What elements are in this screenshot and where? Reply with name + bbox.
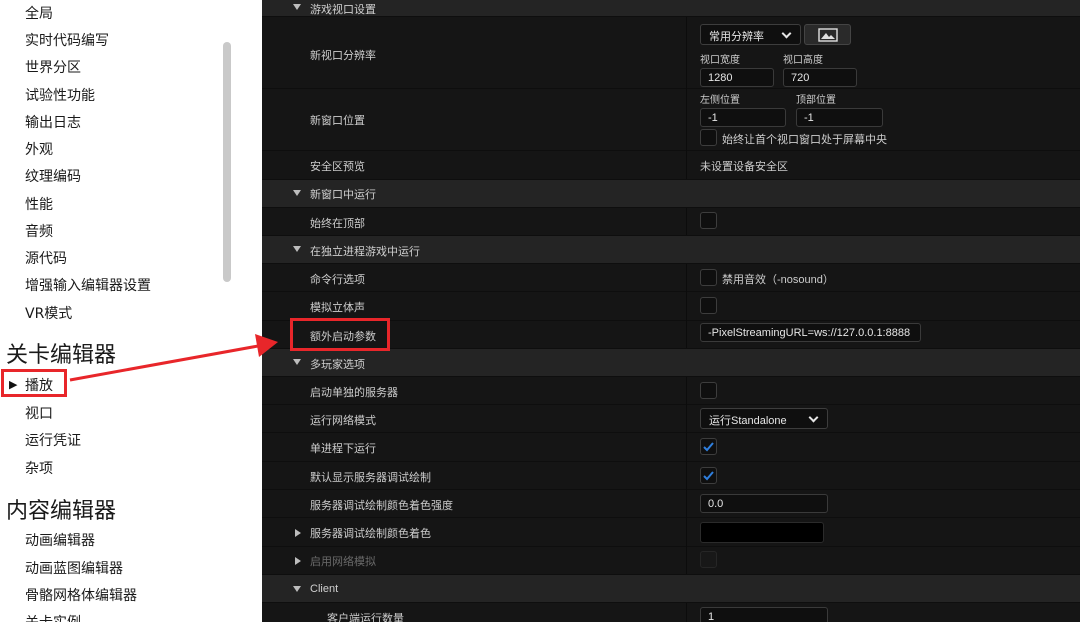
prop-show-server-debug: 默认显示服务器调试绘制 [310, 472, 431, 484]
top-position-label: 顶部位置 [796, 95, 836, 106]
category-client[interactable] [262, 575, 1080, 602]
category-label: 新窗口中运行 [310, 189, 376, 201]
single-process-checkbox[interactable] [700, 438, 717, 455]
tint-strength-input[interactable]: 0.0 [700, 494, 828, 513]
play-settings-panel: 游戏视口设置 新视口分辨率 常用分辨率 视口宽度 视口高度 1280 720 新… [262, 0, 1080, 622]
safe-zone-value: 未设置设备安全区 [700, 161, 788, 173]
window-top-input[interactable]: -1 [796, 108, 883, 127]
sidebar-item-anim-blueprint-editor[interactable]: 动画蓝图编辑器 [25, 558, 123, 578]
disable-sound-checkbox[interactable] [700, 269, 717, 286]
sidebar-scrollbar[interactable] [223, 42, 231, 282]
sidebar-item-appearance[interactable]: 外观 [25, 139, 53, 159]
prop-launch-separate-server: 启动单独的服务器 [310, 387, 398, 399]
viewport-width-label: 视口宽度 [700, 55, 740, 66]
net-mode-value: 运行Standalone [709, 415, 787, 427]
sidebar-item-global[interactable]: 全局 [25, 3, 53, 23]
category-game-viewport[interactable] [262, 0, 1080, 16]
category-multiplayer[interactable] [262, 349, 1080, 376]
expand-arrow-icon[interactable] [295, 557, 301, 565]
tint-color-swatch[interactable] [700, 522, 824, 543]
category-new-window[interactable] [262, 180, 1080, 207]
prop-new-window-position: 新窗口位置 [310, 115, 365, 127]
annotation-box-extra-launch [290, 318, 390, 351]
sidebar-item-enhanced-input[interactable]: 增强输入编辑器设置 [25, 275, 151, 295]
image-icon [818, 28, 838, 42]
collapse-arrow-icon[interactable] [293, 586, 301, 592]
checkmark-icon [703, 442, 714, 452]
prop-client-count: 客户端运行数量 [327, 613, 404, 622]
chevron-down-icon [781, 28, 792, 39]
prop-net-mode: 运行网络模式 [310, 415, 376, 427]
sidebar-item-skeletal-mesh-editor[interactable]: 骨骼网格体编辑器 [25, 585, 137, 605]
checkmark-icon [703, 471, 714, 481]
resolution-preset-label: 常用分辨率 [709, 31, 764, 43]
extra-launch-params-input[interactable]: -PixelStreamingURL=ws://127.0.0.1:8888 [700, 323, 921, 342]
window-left-input[interactable]: -1 [700, 108, 786, 127]
collapse-arrow-icon[interactable] [293, 190, 301, 196]
chevron-down-icon [808, 412, 819, 423]
network-emulation-checkbox[interactable] [700, 551, 717, 568]
collapse-arrow-icon[interactable] [293, 359, 301, 365]
prop-server-debug-tint: 服务器调试绘制颜色着色 [310, 528, 431, 540]
sidebar-item-experimental[interactable]: 试验性功能 [25, 85, 95, 105]
sidebar-item-audio[interactable]: 音频 [25, 221, 53, 241]
category-label: 多玩家选项 [310, 359, 365, 371]
show-server-debug-checkbox[interactable] [700, 467, 717, 484]
category-label: 游戏视口设置 [310, 4, 376, 16]
sidebar-item-level-instance[interactable]: 关卡实例 [25, 612, 81, 622]
sidebar-item-output-log[interactable]: 输出日志 [25, 112, 81, 132]
prop-always-on-top: 始终在顶部 [310, 218, 365, 230]
section-level-editor: 关卡编辑器 [6, 343, 117, 368]
prop-single-process: 单进程下运行 [310, 443, 376, 455]
prop-new-viewport-resolution: 新视口分辨率 [310, 50, 376, 62]
viewport-height-input[interactable]: 720 [783, 68, 857, 87]
section-content-editor: 内容编辑器 [6, 499, 117, 524]
viewport-height-label: 视口高度 [783, 55, 823, 66]
sidebar-item-vr-mode[interactable]: VR模式 [25, 303, 72, 323]
settings-sidebar: 全局 实时代码编写 世界分区 试验性功能 输出日志 外观 纹理编码 性能 音频 … [0, 0, 262, 622]
sidebar-item-viewport[interactable]: 视口 [25, 403, 53, 423]
center-window-label: 始终让首个视口窗口处于屏幕中央 [722, 134, 887, 146]
sidebar-item-live-coding[interactable]: 实时代码编写 [25, 30, 109, 50]
category-label: 在独立进程游戏中运行 [310, 246, 420, 258]
left-position-label: 左侧位置 [700, 95, 740, 106]
disable-sound-label: 禁用音效（-nosound） [722, 274, 834, 286]
prop-safe-zone-preview: 安全区预览 [310, 161, 365, 173]
sidebar-item-misc[interactable]: 杂项 [25, 458, 53, 478]
image-button[interactable] [804, 24, 851, 45]
net-mode-dropdown[interactable]: 运行Standalone [700, 408, 828, 429]
always-on-top-checkbox[interactable] [700, 212, 717, 229]
client-count-input[interactable]: 1 [700, 607, 828, 622]
category-label: Client [310, 583, 339, 595]
launch-separate-server-checkbox[interactable] [700, 382, 717, 399]
prop-command-line-options: 命令行选项 [310, 274, 365, 286]
sidebar-item-texture-encoding[interactable]: 纹理编码 [25, 166, 81, 186]
collapse-arrow-icon[interactable] [293, 246, 301, 252]
prop-network-emulation: 启用网络模拟 [310, 556, 376, 568]
sidebar-item-animation-editor[interactable]: 动画编辑器 [25, 530, 95, 550]
prop-emulate-stereo: 模拟立体声 [310, 302, 365, 314]
sidebar-item-source-code[interactable]: 源代码 [25, 248, 67, 268]
emulate-stereo-checkbox[interactable] [700, 297, 717, 314]
viewport-width-input[interactable]: 1280 [700, 68, 774, 87]
prop-server-debug-tint-strength: 服务器调试绘制颜色着色强度 [310, 500, 453, 512]
annotation-box-play [1, 369, 67, 397]
resolution-preset-dropdown[interactable]: 常用分辨率 [700, 24, 801, 45]
expand-arrow-icon[interactable] [295, 529, 301, 537]
sidebar-item-performance[interactable]: 性能 [25, 194, 53, 214]
center-window-checkbox[interactable] [700, 129, 717, 146]
sidebar-item-run-credentials[interactable]: 运行凭证 [25, 430, 81, 450]
sidebar-item-world-partition[interactable]: 世界分区 [25, 57, 81, 77]
collapse-arrow-icon[interactable] [293, 4, 301, 10]
